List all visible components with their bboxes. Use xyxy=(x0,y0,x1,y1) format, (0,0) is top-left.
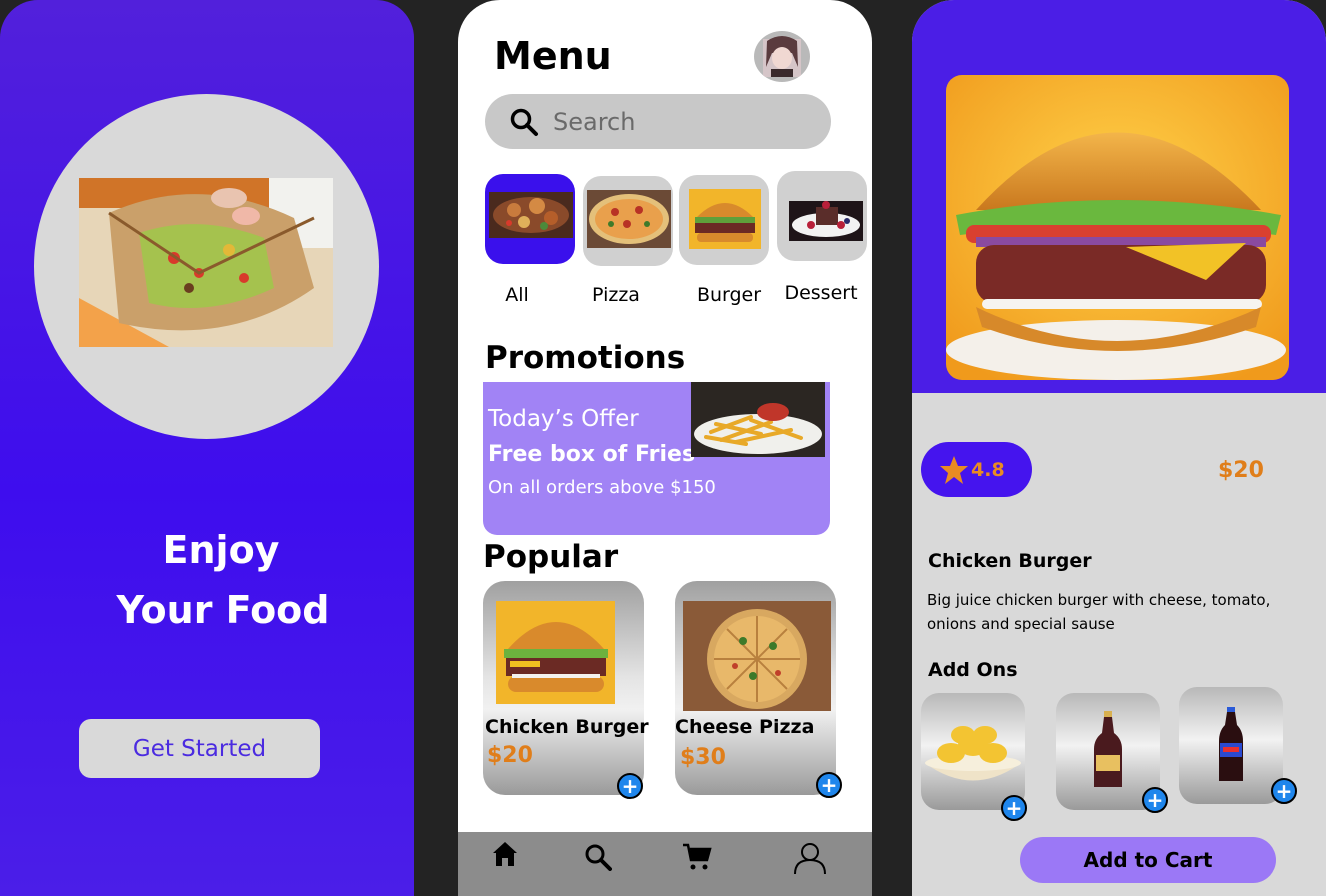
bottom-nav xyxy=(458,832,872,896)
product-price: $20 xyxy=(1218,458,1264,483)
popular-title: Popular xyxy=(483,539,619,575)
category-dessert[interactable] xyxy=(777,171,867,261)
fries-image xyxy=(691,382,825,457)
promo-condition: On all orders above $150 xyxy=(488,477,716,498)
mixed-food-icon xyxy=(489,192,573,238)
category-all[interactable] xyxy=(485,174,575,264)
rating-badge: 4.8 xyxy=(921,442,1032,497)
cola-bottle-image xyxy=(1219,707,1243,781)
popular-item-cheese-pizza[interactable]: Cheese Pizza $30 + xyxy=(675,581,842,798)
category-label-pizza: Pizza xyxy=(592,284,640,306)
bottle-image xyxy=(1094,711,1122,787)
category-pizza[interactable] xyxy=(583,176,673,266)
category-label-burger: Burger xyxy=(696,284,762,306)
avatar[interactable] xyxy=(754,31,810,82)
pizza-icon xyxy=(587,190,671,248)
page-title: Menu xyxy=(494,34,612,78)
category-label-all: All xyxy=(505,284,529,306)
addon-chips[interactable]: + xyxy=(921,693,1027,821)
burger-icon xyxy=(689,189,761,249)
detail-screen: 4.8 $20 Chicken Burger Big juice chicken… xyxy=(912,0,1326,896)
add-to-cart-button[interactable]: Add to Cart xyxy=(1020,837,1276,883)
add-item-button[interactable]: + xyxy=(816,772,842,798)
add-addon-button[interactable]: + xyxy=(1142,787,1168,813)
product-description: Big juice chicken burger with cheese, to… xyxy=(927,591,1271,633)
cart-icon[interactable] xyxy=(682,842,712,876)
home-icon[interactable] xyxy=(491,840,519,872)
menu-screen: Menu Search All Pizza Burger Dessert Pro… xyxy=(458,0,872,896)
star-icon xyxy=(940,455,968,484)
headline-line-1: Enjoy xyxy=(162,528,280,572)
pizza-image xyxy=(683,601,831,711)
item-price: $30 xyxy=(680,745,726,770)
product-name: Chicken Burger xyxy=(928,550,1092,572)
search-bar[interactable] xyxy=(485,94,831,149)
rating-value: 4.8 xyxy=(971,458,1005,481)
search-icon[interactable] xyxy=(584,843,612,875)
addon-cola[interactable]: + xyxy=(1179,687,1297,804)
category-label-dessert: Dessert xyxy=(784,282,858,304)
promo-banner[interactable]: Today’s Offer Free box of Fries On all o… xyxy=(483,382,830,535)
chicken-burger-image xyxy=(946,75,1289,380)
promo-offer: Free box of Fries xyxy=(488,442,696,467)
chips-image xyxy=(925,726,1021,781)
search-icon xyxy=(509,107,539,141)
get-started-button[interactable]: Get Started xyxy=(79,719,320,778)
dessert-icon xyxy=(789,201,863,241)
add-addon-button[interactable]: + xyxy=(1001,795,1027,821)
add-item-button[interactable]: + xyxy=(617,773,643,799)
headline-line-2: Your Food xyxy=(116,588,330,632)
promo-heading: Today’s Offer xyxy=(488,406,639,432)
welcome-screen: Enjoy Your Food Get Started xyxy=(0,0,414,896)
promotions-title: Promotions xyxy=(485,340,686,376)
popular-item-chicken-burger[interactable]: Chicken Burger $20 + xyxy=(483,581,649,799)
item-name: Chicken Burger xyxy=(485,716,649,738)
addon-bottle[interactable]: + xyxy=(1056,693,1168,813)
wrap-food-image xyxy=(79,178,333,347)
item-price: $20 xyxy=(487,743,533,768)
item-name: Cheese Pizza xyxy=(675,716,815,738)
search-input[interactable] xyxy=(551,103,815,141)
addons-title: Add Ons xyxy=(928,659,1018,681)
profile-icon[interactable] xyxy=(793,841,827,879)
burger-image xyxy=(496,601,615,704)
category-burger[interactable] xyxy=(679,175,769,265)
add-addon-button[interactable]: + xyxy=(1271,778,1297,804)
